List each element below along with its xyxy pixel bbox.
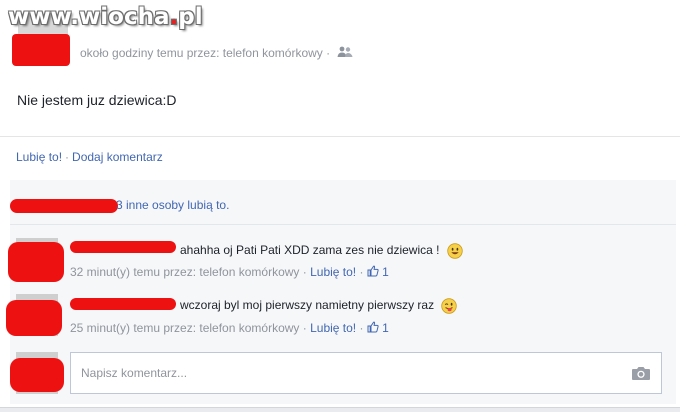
redacted-comment-avatar (6, 300, 62, 336)
comment-like-count[interactable]: 1 (382, 265, 389, 279)
comment-text: ahahha oj Pati Pati XDD zama zes nie dzi… (180, 243, 463, 259)
divider (10, 224, 676, 225)
tongue-emoji-icon (441, 298, 458, 314)
smile-emoji-icon (447, 243, 463, 259)
watermark-prefix: www. (8, 4, 80, 30)
comment-time: 32 minut(y) temu przez: telefon komórkow… (70, 265, 307, 279)
comment-body: wczoraj byl moj pierwszy namietny pierws… (180, 298, 435, 313)
thumbs-up-icon (367, 321, 379, 335)
comment-separator: · (359, 321, 364, 335)
comment-body: ahahha oj Pati Pati XDD zama zes nie dzi… (180, 243, 440, 258)
watermark-logo: www.wiocha.pl (8, 4, 203, 30)
post-text: Nie jestem juz dziewica:D (17, 92, 177, 108)
redacted-like-names (10, 199, 118, 213)
comment-like-link[interactable]: Lubię to! (310, 265, 356, 279)
divider (0, 136, 680, 137)
watermark-dot: . (169, 4, 179, 30)
camera-icon[interactable] (631, 365, 651, 384)
likes-summary[interactable]: 3 inne osoby lubią to. (116, 198, 229, 212)
friends-icon[interactable] (337, 46, 353, 61)
post-meta: około godziny temu przez: telefon komórk… (80, 46, 353, 61)
redacted-commenter-name (70, 241, 176, 253)
comment-separator: · (359, 265, 364, 279)
redacted-composer-avatar (10, 358, 64, 392)
watermark-name: wiocha (79, 4, 170, 30)
comment-text: wczoraj byl moj pierwszy namietny pierws… (180, 298, 458, 314)
post-meta-text: około godziny temu przez: telefon komórk… (80, 46, 331, 60)
comment-time: 25 minut(y) temu przez: telefon komórkow… (70, 321, 307, 335)
watermark-suffix: pl (178, 4, 203, 30)
action-separator: · (65, 150, 70, 164)
comment-like-link[interactable]: Lubię to! (310, 321, 356, 335)
comment-input[interactable] (71, 353, 611, 393)
comment-meta: 25 minut(y) temu przez: telefon komórkow… (70, 321, 389, 335)
post-card: www.wiocha.pl około godziny temu przez: … (0, 0, 680, 408)
like-link[interactable]: Lubię to! (16, 150, 62, 164)
redacted-comment-avatar (8, 242, 64, 282)
redacted-author-avatar (12, 34, 70, 66)
post-actions: Lubię to! · Dodaj komentarz (16, 150, 163, 164)
comment-like-count[interactable]: 1 (382, 321, 389, 335)
comment-meta: 32 minut(y) temu przez: telefon komórkow… (70, 265, 389, 279)
thumbs-up-icon (367, 265, 379, 279)
comment-input-box[interactable] (70, 352, 662, 394)
add-comment-link[interactable]: Dodaj komentarz (72, 150, 163, 164)
redacted-commenter-name (70, 298, 176, 310)
